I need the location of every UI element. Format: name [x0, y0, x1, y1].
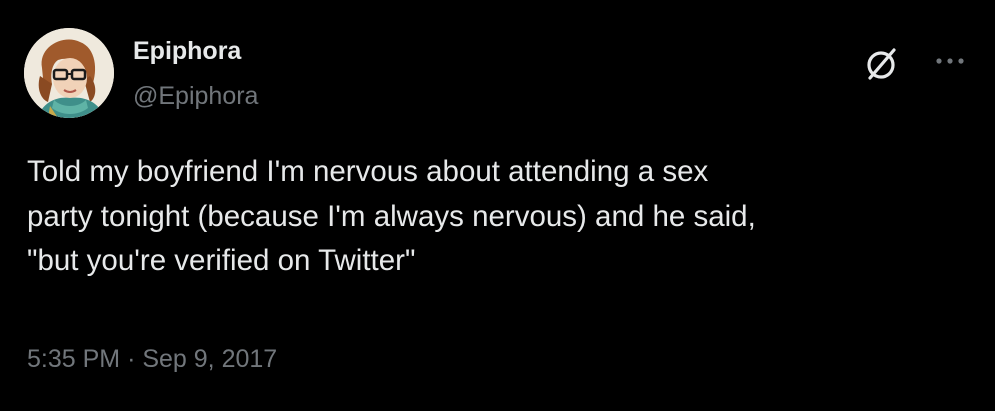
grok-icon: [867, 48, 896, 80]
tweet-timestamp: 5:35 PM · Sep 9, 2017: [27, 344, 277, 374]
tweet-date[interactable]: Sep 9, 2017: [142, 345, 277, 373]
tweet-text: Told my boyfriend I'm nervous about atte…: [27, 155, 756, 277]
more-horizontal-icon: [936, 58, 964, 64]
more-options-button[interactable]: [930, 46, 970, 76]
tweet-card: Epiphora @Epiphora Told my boyfriend I'm…: [0, 0, 995, 411]
tweet-time[interactable]: 5:35 PM: [27, 345, 120, 373]
author-avatar[interactable]: [24, 28, 114, 118]
meta-separator: ·: [127, 345, 136, 373]
author-handle[interactable]: @Epiphora: [133, 81, 258, 111]
author-display-name[interactable]: Epiphora: [133, 36, 241, 66]
avatar-illustration-icon: [24, 28, 114, 118]
grok-button[interactable]: [861, 44, 901, 84]
